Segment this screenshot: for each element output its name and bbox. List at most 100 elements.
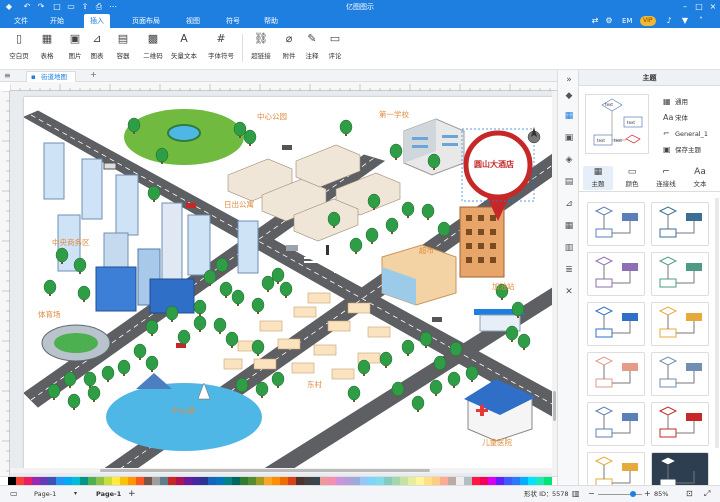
tab-list-icon[interactable]: ≡ <box>4 71 11 80</box>
horizontal-scrollbar[interactable] <box>10 468 552 473</box>
user-avatar[interactable]: EM <box>622 15 632 27</box>
theme-card[interactable] <box>587 402 645 446</box>
layers-icon[interactable]: ▥ <box>572 486 580 502</box>
tab-home[interactable]: 开始 <box>44 14 70 28</box>
color-swatch[interactable] <box>16 477 24 485</box>
color-palette[interactable] <box>0 476 557 485</box>
theme-general-option[interactable]: ▦ 通用 <box>663 96 688 108</box>
tab-color[interactable]: ▭ 颜色 <box>617 166 647 190</box>
color-swatch[interactable] <box>104 477 112 485</box>
color-swatch[interactable] <box>168 477 176 485</box>
theme-preview[interactable]: text text text text <box>585 94 649 154</box>
color-swatch[interactable] <box>64 477 72 485</box>
color-swatch[interactable] <box>152 477 160 485</box>
insert-font-symbol-button[interactable]: # 字体符号 <box>206 32 236 66</box>
chart-panel-icon[interactable]: ⊿ <box>563 198 575 210</box>
color-swatch[interactable] <box>136 477 144 485</box>
drawing-canvas[interactable]: 中心公园 第一学校 圆山大酒店 日出公寓 中央商务区 超市 加油站 体育场 东村… <box>10 91 557 476</box>
zoom-slider-knob[interactable] <box>630 491 637 497</box>
color-swatch[interactable] <box>504 477 512 485</box>
color-swatch[interactable] <box>112 477 120 485</box>
color-swatch[interactable] <box>208 477 216 485</box>
label-hotel[interactable]: 圆山大酒店 <box>474 159 514 170</box>
insert-container-button[interactable]: ▤ 容器 <box>108 32 138 66</box>
color-swatch[interactable] <box>96 477 104 485</box>
tab-text[interactable]: Aa 文本 <box>685 166 715 190</box>
theme-connector-option[interactable]: ⌐ General_1 <box>663 128 708 140</box>
color-swatch[interactable] <box>440 477 448 485</box>
theme-card[interactable] <box>587 452 645 485</box>
color-swatch[interactable] <box>456 477 464 485</box>
insert-comment-button[interactable]: ▭ 评论 <box>320 32 350 66</box>
minimize-icon[interactable]: – <box>680 2 690 12</box>
new-tab-icon[interactable]: + <box>90 70 97 79</box>
tab-symbols[interactable]: 符号 <box>220 14 246 28</box>
color-swatch[interactable] <box>200 477 208 485</box>
image-panel-icon[interactable]: ▣ <box>563 132 575 144</box>
share-icon[interactable]: ⇄ <box>590 16 600 26</box>
theme-card[interactable] <box>587 302 645 346</box>
fit-page-icon[interactable]: ⊡ <box>686 486 693 502</box>
tab-connector-line[interactable]: ⌐ 连接线 <box>651 166 681 190</box>
color-swatch[interactable] <box>232 477 240 485</box>
color-swatch[interactable] <box>280 477 288 485</box>
insert-qrcode-button[interactable]: ▩ 二维码 <box>138 32 168 66</box>
color-swatch[interactable] <box>496 477 504 485</box>
color-swatch[interactable] <box>8 477 16 485</box>
color-swatch[interactable] <box>184 477 192 485</box>
color-swatch[interactable] <box>544 477 552 485</box>
theme-card[interactable] <box>651 302 709 346</box>
color-swatch[interactable] <box>240 477 248 485</box>
maximize-icon[interactable]: □ <box>694 2 704 12</box>
color-swatch[interactable] <box>80 477 88 485</box>
color-swatch[interactable] <box>264 477 272 485</box>
color-swatch[interactable] <box>56 477 64 485</box>
color-swatch[interactable] <box>288 477 296 485</box>
color-swatch[interactable] <box>392 477 400 485</box>
tab-file[interactable]: 文件 <box>8 14 34 28</box>
data-panel-icon[interactable]: ▥ <box>563 242 575 254</box>
color-swatch[interactable] <box>192 477 200 485</box>
zoom-level[interactable]: 85% <box>654 486 668 502</box>
color-swatch[interactable] <box>120 477 128 485</box>
format-panel-icon[interactable]: ≣ <box>563 264 575 276</box>
color-swatch[interactable] <box>520 477 528 485</box>
theme-card[interactable] <box>651 202 709 246</box>
color-swatch[interactable] <box>72 477 80 485</box>
insert-blank-page-button[interactable]: ▯ 空白页 <box>4 32 34 66</box>
fit-panel-icon[interactable]: ✕ <box>563 286 575 298</box>
scroll-thumb[interactable] <box>100 469 430 472</box>
color-swatch[interactable] <box>536 477 544 485</box>
color-swatch[interactable] <box>376 477 384 485</box>
color-swatch[interactable] <box>352 477 360 485</box>
bell-icon[interactable]: ♪ <box>664 16 674 26</box>
color-swatch[interactable] <box>448 477 456 485</box>
color-swatch[interactable] <box>416 477 424 485</box>
color-swatch[interactable] <box>32 477 40 485</box>
theme-card[interactable] <box>651 252 709 296</box>
zoom-slider[interactable] <box>598 491 642 497</box>
color-swatch[interactable] <box>0 477 8 485</box>
color-swatch[interactable] <box>344 477 352 485</box>
shirt-icon[interactable]: ▼ <box>680 16 690 26</box>
color-swatch[interactable] <box>160 477 168 485</box>
fullscreen-icon[interactable]: ⤢ <box>704 486 710 502</box>
theme-font-option[interactable]: Aa 宋体 <box>663 112 688 124</box>
insert-vector-text-button[interactable]: A 矢量文本 <box>169 32 199 66</box>
zoom-out-icon[interactable]: − <box>588 486 595 502</box>
theme-card[interactable] <box>587 202 645 246</box>
theme-card[interactable] <box>587 352 645 396</box>
page-tab[interactable]: Page-1 <box>96 486 121 502</box>
color-swatch[interactable] <box>472 477 480 485</box>
vip-badge[interactable]: VIP <box>640 16 656 26</box>
add-page-icon[interactable]: + <box>128 486 136 502</box>
color-swatch[interactable] <box>336 477 344 485</box>
tab-view[interactable]: 视图 <box>180 14 206 28</box>
color-swatch[interactable] <box>144 477 152 485</box>
chevron-up-icon[interactable]: ˄ <box>696 16 706 26</box>
color-swatch[interactable] <box>360 477 368 485</box>
tab-page-layout[interactable]: 页面布局 <box>126 14 166 28</box>
table-panel-icon[interactable]: ▦ <box>563 220 575 232</box>
color-swatch[interactable] <box>464 477 472 485</box>
tab-insert[interactable]: 插入 <box>84 14 110 28</box>
